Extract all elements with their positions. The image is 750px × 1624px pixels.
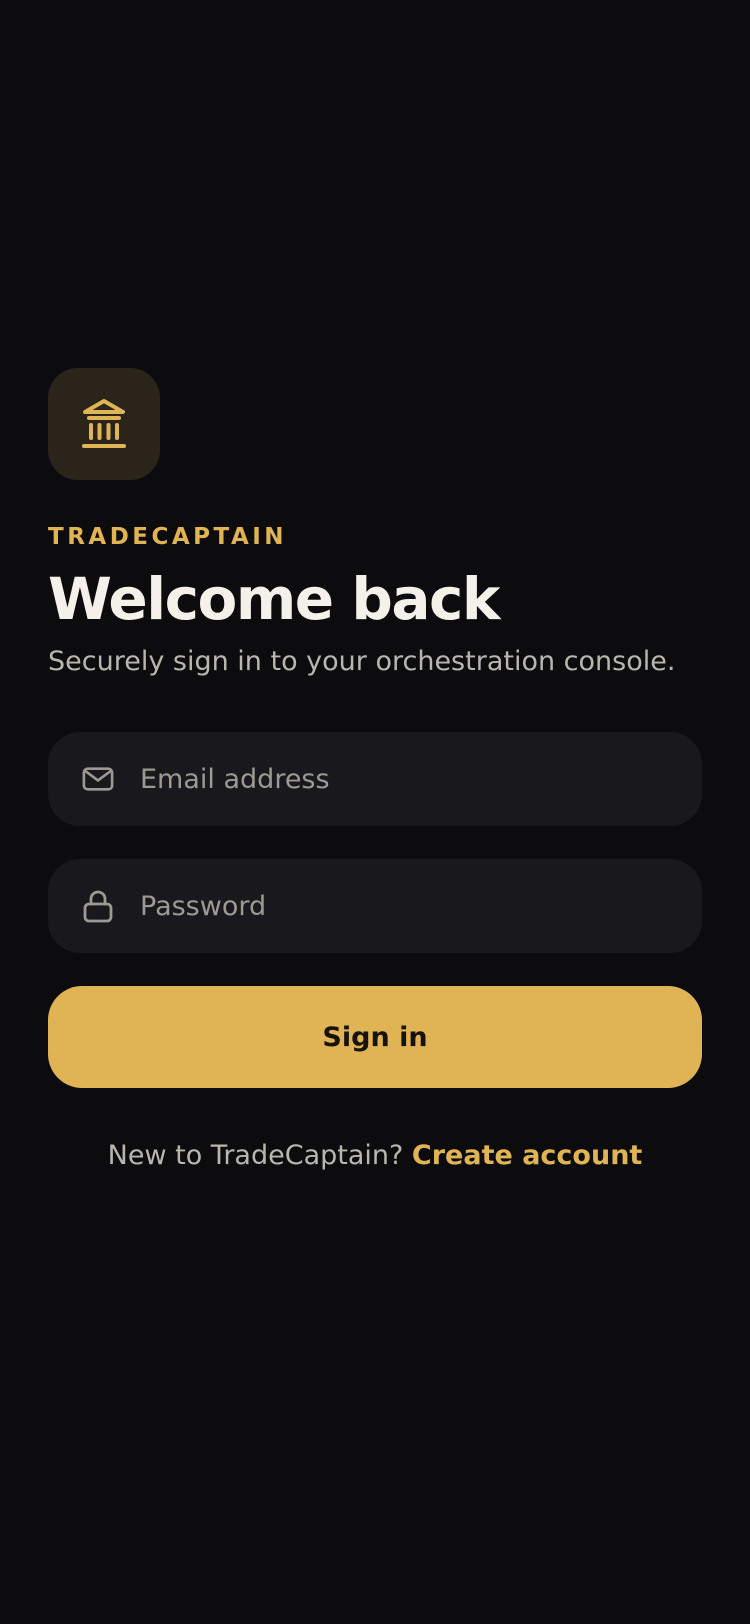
- login-panel: TRADECAPTAIN Welcome back Securely sign …: [48, 368, 702, 1174]
- signup-prompt-text: New to TradeCaptain?: [107, 1140, 412, 1171]
- brand-name: TRADECAPTAIN: [48, 524, 288, 550]
- create-account-link[interactable]: Create account: [412, 1140, 642, 1171]
- page-title: Welcome back: [48, 565, 500, 633]
- bank-building-icon: [81, 398, 127, 450]
- login-screen: TRADECAPTAIN Welcome back Securely sign …: [0, 0, 750, 1624]
- lock-icon: [82, 889, 114, 923]
- email-field[interactable]: [48, 732, 702, 826]
- password-input[interactable]: [140, 859, 678, 953]
- password-field[interactable]: [48, 859, 702, 953]
- logo-tile: [48, 368, 160, 480]
- email-input[interactable]: [140, 732, 678, 826]
- sign-in-button[interactable]: Sign in: [48, 986, 702, 1088]
- mail-icon: [82, 762, 114, 796]
- page-subtitle: Securely sign in to your orchestration c…: [48, 646, 676, 677]
- signup-prompt: New to TradeCaptain? Create account: [48, 1138, 702, 1174]
